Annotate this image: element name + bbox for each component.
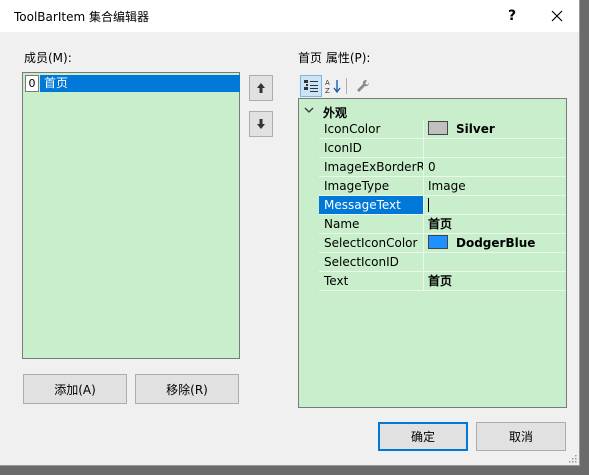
collapse-toggle[interactable] xyxy=(303,103,315,117)
property-value-text: DodgerBlue xyxy=(456,236,536,250)
property-value[interactable]: DodgerBlue xyxy=(425,234,566,252)
property-row-messagetext[interactable]: MessageText xyxy=(319,196,566,215)
property-row-imagetype[interactable]: ImageType Image xyxy=(319,177,566,196)
members-list[interactable]: 0 首页 xyxy=(22,72,240,359)
category-label: 外观 xyxy=(323,106,348,120)
categorized-icon xyxy=(304,80,318,92)
property-row-name[interactable]: Name 首页 xyxy=(319,215,566,234)
svg-text:Z: Z xyxy=(325,87,330,94)
property-row-text[interactable]: Text 首页 xyxy=(319,272,566,291)
properties-label: 首页 属性(P): xyxy=(298,51,371,65)
wrench-icon xyxy=(357,79,370,92)
property-name: SelectIconID xyxy=(319,253,424,271)
svg-text:A: A xyxy=(325,79,330,87)
property-name: MessageText xyxy=(319,196,424,214)
arrow-up-icon xyxy=(257,83,265,93)
members-label: 成员(M): xyxy=(24,51,72,65)
property-name: Name xyxy=(319,215,424,233)
property-value[interactable]: Silver xyxy=(425,120,566,138)
property-value[interactable] xyxy=(425,139,566,157)
property-value[interactable]: 首页 xyxy=(425,215,566,233)
ok-button[interactable]: 确定 xyxy=(378,422,468,451)
text-caret xyxy=(428,198,429,212)
remove-button[interactable]: 移除(R) xyxy=(135,374,239,404)
property-value-text: Silver xyxy=(456,122,495,136)
category-row[interactable]: 外观 xyxy=(299,101,566,120)
property-value[interactable] xyxy=(425,253,566,271)
member-index: 0 xyxy=(25,75,39,92)
alphabetical-button[interactable]: A Z xyxy=(323,75,345,97)
property-grid[interactable]: 外观 IconColor Silver IconID ImageExBorder… xyxy=(298,98,567,408)
window-title: ToolBarItem 集合编辑器 xyxy=(14,10,149,24)
property-name: ImageExBorderR xyxy=(319,158,424,176)
move-down-button[interactable] xyxy=(249,111,273,137)
property-row-iconcolor[interactable]: IconColor Silver xyxy=(319,120,566,139)
property-pages-button[interactable] xyxy=(352,75,374,97)
property-name: ImageType xyxy=(319,177,424,195)
close-icon xyxy=(551,10,563,22)
property-row-selecticonid[interactable]: SelectIconID xyxy=(319,253,566,272)
property-value[interactable]: 首页 xyxy=(425,272,566,290)
sort-alphabetical-icon: A Z xyxy=(325,79,341,94)
property-name: Text xyxy=(319,272,424,290)
move-up-button[interactable] xyxy=(249,75,273,101)
member-name[interactable]: 首页 xyxy=(40,75,240,92)
arrow-down-icon xyxy=(257,119,265,129)
title-bar[interactable]: ToolBarItem 集合编辑器 ? xyxy=(0,0,579,32)
property-value[interactable]: Image xyxy=(425,177,566,195)
property-value[interactable]: 0 xyxy=(425,158,566,176)
help-button[interactable]: ? xyxy=(496,4,528,28)
close-button[interactable] xyxy=(540,4,574,28)
add-button[interactable]: 添加(A) xyxy=(23,374,127,404)
list-item[interactable]: 0 首页 xyxy=(25,75,240,93)
property-name: SelectIconColor xyxy=(319,234,424,252)
categorized-button[interactable] xyxy=(300,75,322,97)
property-row-iconid[interactable]: IconID xyxy=(319,139,566,158)
chevron-down-icon xyxy=(304,107,314,113)
property-value-editor[interactable] xyxy=(425,196,566,214)
property-grid-toolbar: A Z xyxy=(298,73,388,97)
property-row-imageexborderr[interactable]: ImageExBorderR 0 xyxy=(319,158,566,177)
property-name: IconColor xyxy=(319,120,424,138)
resize-grip-icon[interactable] xyxy=(567,453,577,463)
toolbar-separator xyxy=(346,78,347,94)
property-row-selecticoncolor[interactable]: SelectIconColor DodgerBlue xyxy=(319,234,566,253)
property-name: IconID xyxy=(319,139,424,157)
color-swatch xyxy=(428,121,448,135)
collection-editor-dialog: ToolBarItem 集合编辑器 ? 成员(M): 0 首页 添加(A) 移除… xyxy=(0,0,580,466)
cancel-button[interactable]: 取消 xyxy=(476,422,566,451)
color-swatch xyxy=(428,235,448,249)
